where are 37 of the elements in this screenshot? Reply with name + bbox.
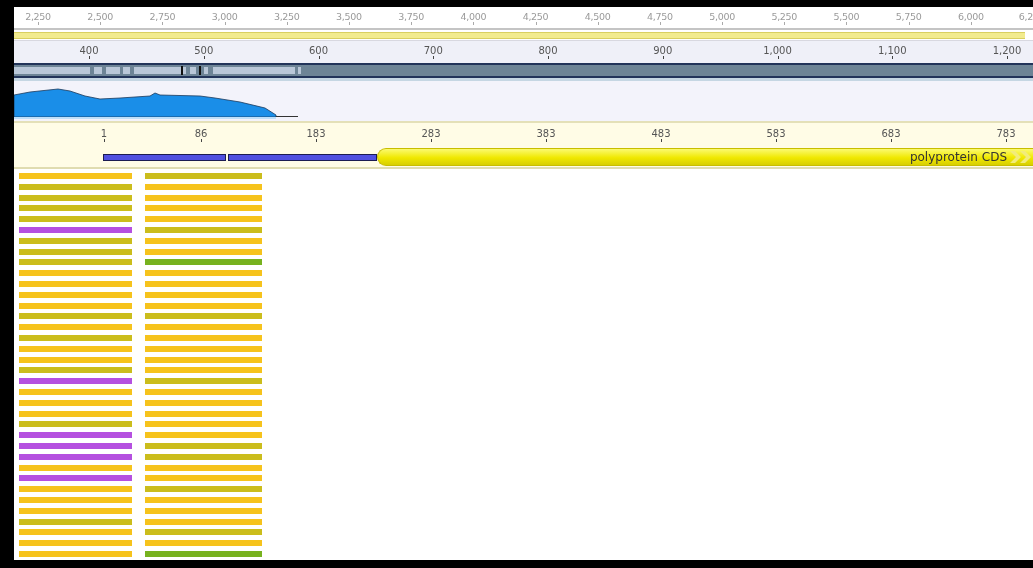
ruler-label: 1,000 <box>763 45 792 56</box>
ruler-label: 600 <box>308 45 329 56</box>
ruler-label: 1,200 <box>992 45 1022 56</box>
ruler-label: 3,250 <box>273 11 300 22</box>
ruler-label: 400 <box>79 45 99 56</box>
ruler-label: 6,2 <box>1018 11 1033 22</box>
ruler-label: 4,000 <box>460 11 487 22</box>
ruler-label: 1 <box>100 128 108 139</box>
ruler-label: 4,750 <box>647 11 673 22</box>
ruler-label: 5,500 <box>833 11 860 22</box>
ruler-label: 3,750 <box>398 11 424 22</box>
ruler-label: 2,500 <box>87 11 114 22</box>
ruler-label: 783 <box>996 128 1016 139</box>
ruler-label: 583 <box>766 128 786 139</box>
ruler-label: 700 <box>423 45 443 56</box>
ruler-label: 683 <box>881 128 901 139</box>
ruler-label: 3,000 <box>211 11 238 22</box>
ruler-label: 2,750 <box>149 11 176 22</box>
ruler-label: 5,000 <box>709 11 735 22</box>
ruler-label: 2,250 <box>25 11 51 22</box>
ruler-label: 800 <box>538 45 558 56</box>
ruler-label: 5,750 <box>895 11 922 22</box>
ruler-label: 283 <box>421 128 441 139</box>
ruler-label: 3,500 <box>336 11 362 22</box>
ruler-label: 4,500 <box>584 11 611 22</box>
ruler-label: 1,100 <box>877 45 907 56</box>
feature-label: polyprotein CDS <box>909 150 1007 164</box>
direction-arrow-icon <box>1009 150 1033 164</box>
ruler-label: 900 <box>653 45 673 56</box>
ruler-label: 383 <box>536 128 556 139</box>
ruler-label: 4,250 <box>522 11 549 22</box>
ruler-label: 483 <box>651 128 671 139</box>
ruler-label: 6,000 <box>957 11 984 22</box>
ruler-label: 183 <box>306 128 326 139</box>
ruler-label: 500 <box>194 45 214 56</box>
ruler-label: 5,250 <box>771 11 798 22</box>
ruler-label: 86 <box>194 128 208 139</box>
